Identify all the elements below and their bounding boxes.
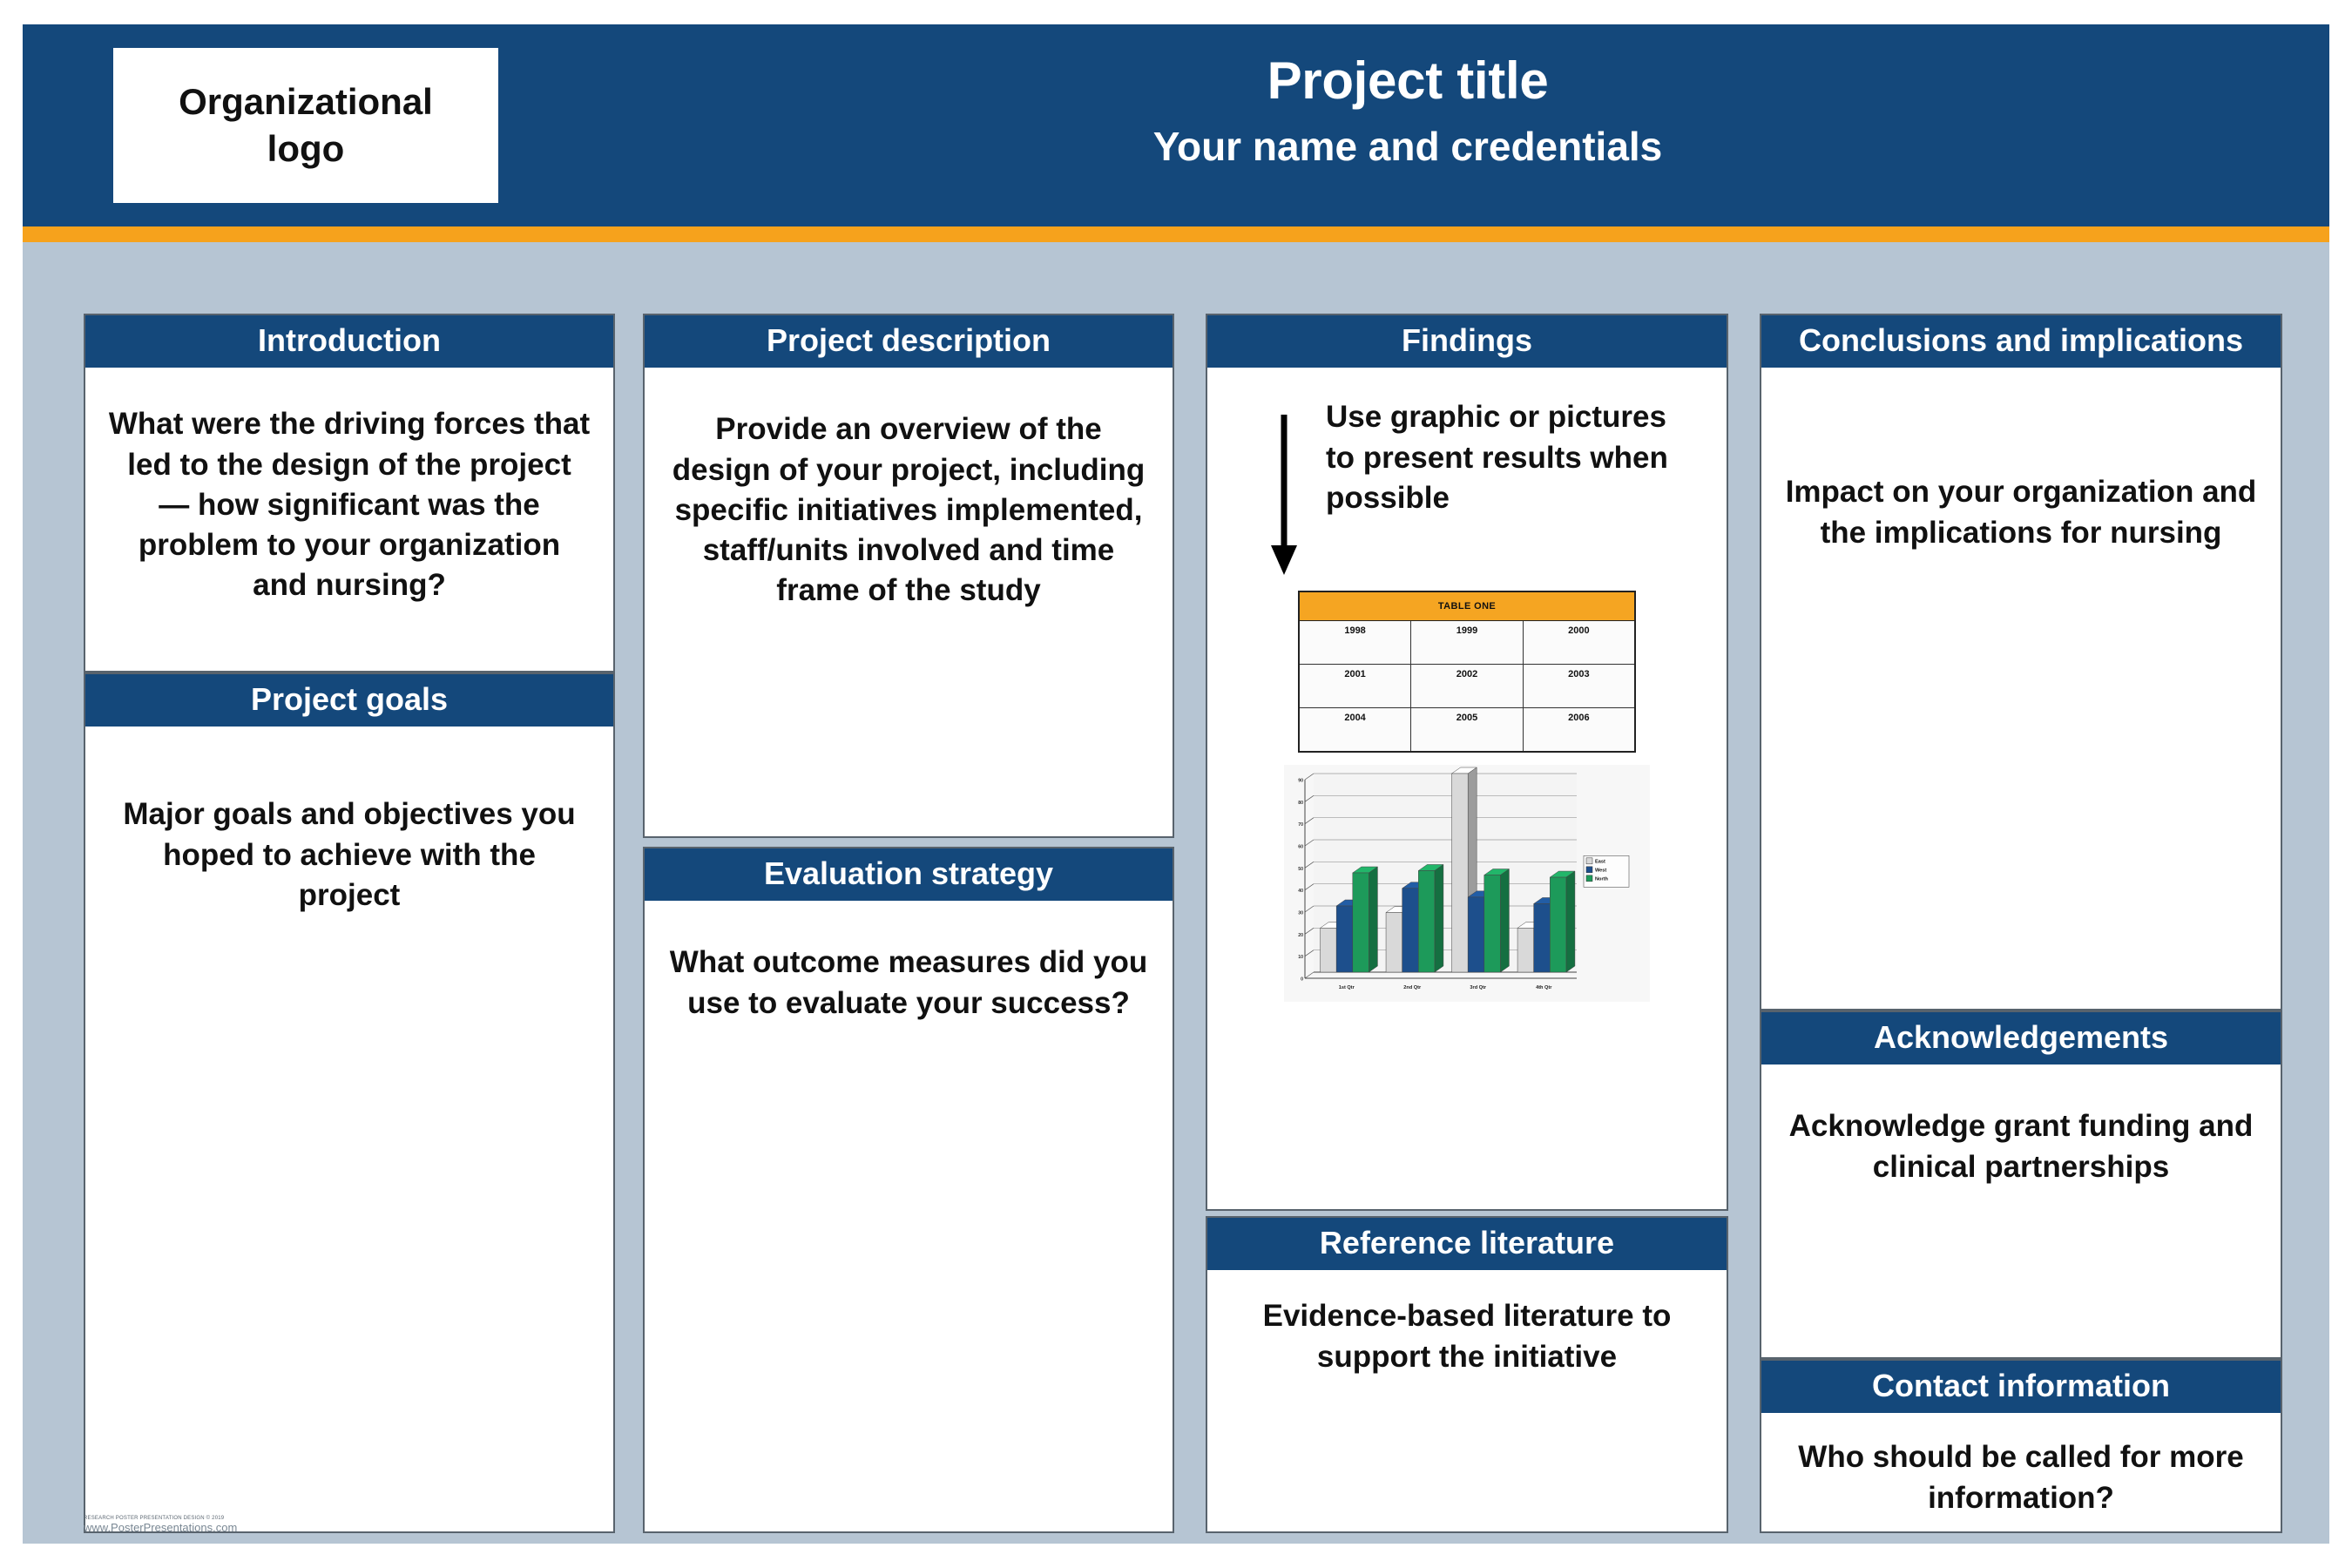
svg-text:4th Qtr: 4th Qtr [1536,985,1552,990]
section-heading-project-description: Project description [645,315,1173,368]
table-cell: 2006 [1522,707,1636,753]
section-heading-findings: Findings [1207,315,1727,368]
table-row: 2001 2002 2003 [1298,664,1636,709]
findings-caption-text: Use graphic or pictures to present resul… [1326,400,1668,515]
poster-canvas: Organizational logo Project title Your n… [23,24,2329,1544]
poster-header: Organizational logo Project title Your n… [23,24,2329,226]
column-4: Conclusions and implications Impact on y… [1760,314,2282,1533]
reference-literature-text: Evidence-based literature to support the… [1262,1299,1672,1374]
svg-text:1st Qtr: 1st Qtr [1339,985,1355,990]
table-cell: 2002 [1410,664,1524,709]
svg-text:20: 20 [1298,933,1303,938]
table-cell: 1998 [1298,620,1412,666]
svg-text:East: East [1595,860,1605,865]
section-project-description[interactable]: Project description Provide an overview … [643,314,1174,838]
column-2: Project description Provide an overview … [643,314,1174,1533]
section-body-project-goals: Major goals and objectives you hoped to … [85,727,613,931]
section-heading-contact-information: Contact information [1761,1361,2281,1414]
table-cell: 1999 [1410,620,1524,666]
project-description-text: Provide an overview of the design of you… [672,412,1146,608]
section-introduction[interactable]: Introduction What were the driving force… [84,314,615,672]
svg-text:3rd Qtr: 3rd Qtr [1470,985,1486,990]
section-heading-reference-literature: Reference literature [1207,1218,1727,1271]
section-heading-evaluation-strategy: Evaluation strategy [645,848,1173,902]
table-cell: 2003 [1522,664,1636,709]
table-cell: 2000 [1522,620,1636,666]
organizational-logo-placeholder[interactable]: Organizational logo [113,48,498,203]
svg-text:40: 40 [1298,889,1303,895]
project-goals-text: Major goals and objectives you hoped to … [123,797,576,912]
table-cell: 2005 [1410,707,1524,753]
table-cell: 2001 [1298,664,1412,709]
footer-credit: RESEARCH POSTER PRESENTATION DESIGN © 20… [84,1516,237,1535]
svg-text:30: 30 [1298,911,1303,916]
down-arrow-icon [1242,397,1326,578]
svg-text:2nd Qtr: 2nd Qtr [1403,985,1422,990]
logo-line-2: logo [267,128,345,169]
conclusions-text: Impact on your organization and the impl… [1785,475,2257,550]
column-1: Introduction What were the driving force… [84,314,615,1533]
section-body-introduction: What were the driving forces that led to… [85,368,613,621]
svg-text:80: 80 [1298,801,1303,806]
table-cell: 2004 [1298,707,1412,753]
section-heading-introduction: Introduction [85,315,613,368]
credit-url-link[interactable]: www.PosterPresentations.com [84,1521,237,1535]
table-row: 1998 1999 2000 [1298,620,1636,666]
acknowledgements-text: Acknowledge grant funding and clinical p… [1788,1109,2254,1184]
section-heading-project-goals: Project goals [85,674,613,727]
contact-information-text: Who should be called for more informatio… [1798,1440,2244,1515]
header-text-block: Project title Your name and credentials [510,51,2305,171]
svg-text:0: 0 [1301,977,1303,983]
section-body-acknowledgements: Acknowledge grant funding and clinical p… [1761,1064,2281,1202]
introduction-text: What were the driving forces that led to… [108,407,591,603]
section-heading-conclusions: Conclusions and implications [1761,315,2281,368]
findings-bar-chart[interactable]: 0 10 20 30 40 50 60 70 80 90 1st Qtr 2nd Qtr 3rd Qtr… [1284,765,1650,1003]
svg-text:60: 60 [1298,845,1303,850]
section-contact-information[interactable]: Contact information Who should be called… [1760,1359,2282,1533]
svg-text:West: West [1595,868,1606,874]
section-body-contact-information: Who should be called for more informatio… [1761,1413,2281,1531]
svg-text:North: North [1595,877,1608,882]
poster-columns: Introduction What were the driving force… [23,242,2329,1544]
logo-line-1: Organizational [179,81,433,123]
section-findings[interactable]: Findings Use graphic or pictures to pres… [1206,314,1728,1211]
section-acknowledgements[interactable]: Acknowledgements Acknowledge grant fundi… [1760,1010,2282,1359]
section-body-conclusions: Impact on your organization and the impl… [1761,368,2281,568]
column-3: Findings Use graphic or pictures to pres… [1206,314,1728,1533]
poster-authors: Your name and credentials [1152,123,1663,169]
section-project-goals[interactable]: Project goals Major goals and objectives… [84,672,615,1533]
section-heading-acknowledgements: Acknowledgements [1761,1012,2281,1065]
evaluation-strategy-text: What outcome measures did you use to eva… [669,945,1148,1020]
svg-text:70: 70 [1298,823,1303,828]
section-reference-literature[interactable]: Reference literature Evidence-based lite… [1206,1216,1728,1533]
section-body-reference-literature: Evidence-based literature to support the… [1207,1270,1727,1392]
svg-text:50: 50 [1298,867,1303,872]
table-graphic-title: TABLE ONE [1298,591,1636,622]
svg-text:10: 10 [1298,956,1303,961]
table-row: 2004 2005 2006 [1298,707,1636,753]
table-header-row: TABLE ONE [1298,591,1636,622]
findings-caption-row: Use graphic or pictures to present resul… [1207,368,1727,578]
section-conclusions[interactable]: Conclusions and implications Impact on y… [1760,314,2282,1010]
page-title: Project title [1267,51,1549,110]
section-body-evaluation-strategy: What outcome measures did you use to eva… [645,901,1173,1038]
svg-text:90: 90 [1298,779,1303,784]
accent-stripe [23,226,2329,242]
findings-table-graphic[interactable]: TABLE ONE 1998 1999 2000 2001 2002 2003 2004 200… [1298,591,1636,754]
section-evaluation-strategy[interactable]: Evaluation strategy What outcome measure… [643,847,1174,1533]
section-body-project-description: Provide an overview of the design of you… [645,368,1173,626]
